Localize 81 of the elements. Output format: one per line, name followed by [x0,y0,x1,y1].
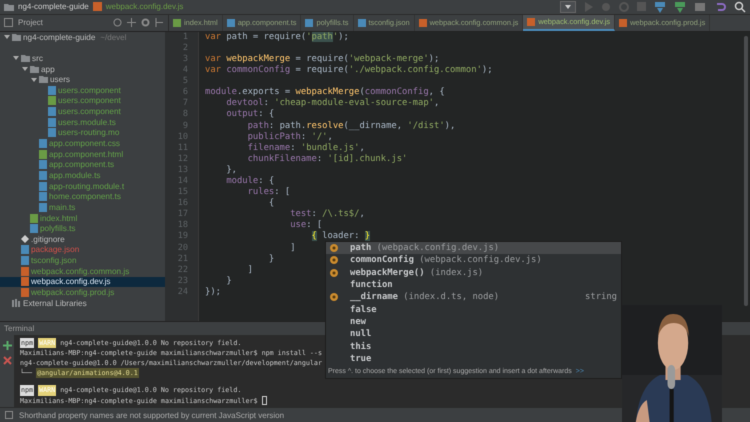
tree-item[interactable]: users [50,75,70,84]
tree-item[interactable]: app.component.css [49,139,120,148]
completion-item[interactable]: true [326,352,621,365]
completion-item[interactable]: function [326,278,621,292]
code-line: module.exports = webpackMerge(commonConfig, { [205,87,445,98]
tree-item[interactable]: users.component [58,86,121,95]
add-icon[interactable] [2,340,12,350]
completion-item[interactable]: path (webpack.config.dev.js) [326,242,621,254]
folder-icon [4,2,14,11]
expanded-arrow-icon[interactable] [31,76,37,83]
vcs-update-icon[interactable] [654,0,666,13]
tree-item[interactable]: users.component [58,96,121,106]
terminal-title: Terminal [4,324,34,333]
scrollbar[interactable] [744,36,748,306]
completion-item[interactable]: new [326,316,621,328]
code-line: } [225,276,232,286]
caret-icon [565,4,571,9]
code-line: { loader: } [310,231,370,242]
tree-item[interactable]: webpack.config.prod.js [31,288,114,297]
run-config-dropdown[interactable] [560,0,576,13]
completion-item[interactable]: false [326,303,621,316]
tree-item[interactable]: app [41,64,55,74]
tree-item[interactable]: External Libraries [23,298,87,308]
tree-item[interactable]: src [32,54,43,63]
expanded-arrow-icon[interactable] [22,66,28,72]
tree-item[interactable]: index.html [40,214,78,222]
status-message: Shorthand property names are not supported by current JavaScript version [19,410,284,420]
close-icon[interactable] [2,356,12,365]
code-line: devtool: 'cheap-module-eval-source-map', [225,98,440,108]
tree-item[interactable]: home.component.ts [49,192,121,202]
tree-item[interactable]: main.ts [49,202,76,212]
code-line: ] [289,242,296,253]
code-line: path: path.resolve(__dirname, '/dist'), [246,120,456,131]
code-line: module: { [225,176,274,186]
code-line: output: { [225,109,274,120]
tree-item[interactable]: users.component [58,107,121,116]
completion-item[interactable]: commonConfig (webpack.config.dev.js) [326,254,621,267]
code-line: test: /\.ts$/, [289,209,365,220]
code-line: ] [246,264,253,275]
path-hint: ~/devel [100,32,126,42]
tree-item[interactable]: polyfills.ts [40,224,76,234]
project-view-dropdown[interactable]: Project [18,18,43,28]
tree-item[interactable]: package.json [31,245,80,254]
code-line: publicPath: '/', [246,132,333,142]
completion-item[interactable]: __dirname (index.d.ts, node) string [326,291,621,304]
tree-item[interactable]: .gitignore [31,234,65,244]
code-line: }, [225,164,237,175]
code-line: }); [205,286,221,297]
tree-item[interactable]: tsconfig.json [31,256,77,266]
tree-item[interactable]: users-routing.mo [58,128,120,138]
code-line: var webpackMerge = require('webpack-merge'); [205,54,440,64]
expanded-arrow-icon[interactable] [13,55,19,62]
tree-item[interactable]: ng4-complete-guide [23,32,96,42]
library-icon [12,299,21,308]
code-line: var path = require('path'); [205,32,349,42]
js-file-icon [92,2,102,12]
code-line: { [268,198,274,208]
search-icon[interactable] [734,0,746,13]
completion-item[interactable]: null [326,328,621,340]
expanded-arrow-icon[interactable] [4,34,10,40]
variable-icon [330,293,338,302]
breadcrumb-file[interactable]: webpack.config.dev.js [106,2,184,12]
code-line: rules: [ [246,187,290,198]
code-line: var commonConfig = require('./webpack.config.common'); [205,65,493,76]
vcs-commit-icon[interactable] [674,0,686,13]
completion-item[interactable]: this [326,340,621,353]
undo-icon[interactable] [714,0,726,13]
code-line: chunkFilename: '[id].chunk.js' [246,154,408,164]
code-line: use: [ [289,220,322,230]
tree-item[interactable]: app.component.html [49,150,124,159]
tree-item[interactable]: app.component.ts [49,160,114,170]
tree-item[interactable]: webpack.config.common.js [31,266,130,276]
text-cursor [262,396,267,406]
completion-item[interactable]: webpackMerge() (index.js) [326,266,621,279]
tree-item[interactable]: app-routing.module.t [49,182,124,191]
git-file-icon [21,235,29,244]
project-name[interactable]: ng4-complete-guide [18,2,89,12]
code-line: } [268,254,274,264]
tree-item[interactable]: users.module.ts [58,118,116,127]
code-line: filename: 'bundle.js', [246,142,365,153]
tree-item[interactable]: app.module.ts [49,170,100,180]
